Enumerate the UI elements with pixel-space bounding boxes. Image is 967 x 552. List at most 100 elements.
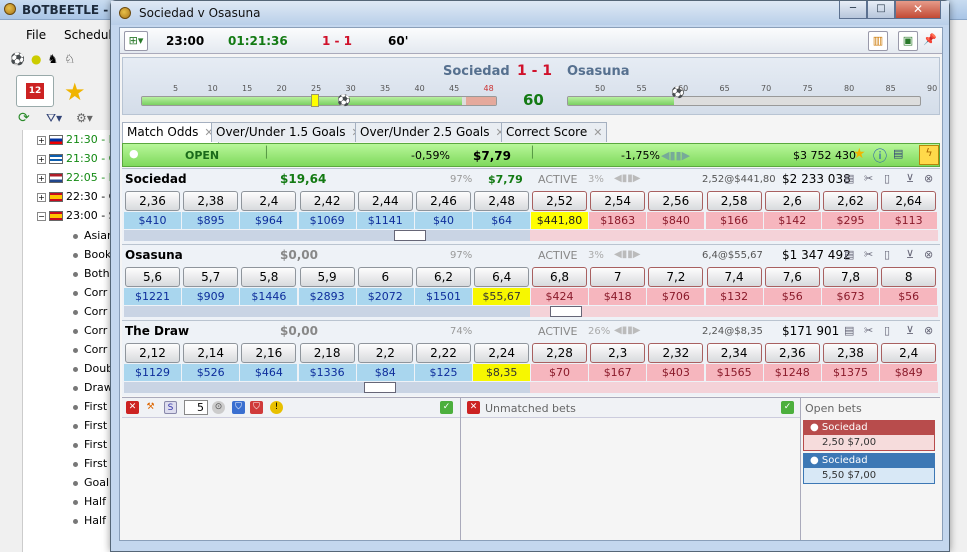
calendar-icon[interactable]: 12 [16,75,54,107]
lay-shield-icon[interactable]: ⛉ [250,401,263,414]
ladder-icon[interactable]: ▯ [884,172,890,185]
back-odds-button[interactable]: 2,48 [474,191,530,211]
refresh-icon[interactable]: ⟳ [18,110,30,126]
settings-icon[interactable]: ⚙▾ [76,111,93,125]
favorites-star-icon[interactable]: ★ [64,78,86,106]
unmatched-check-icon[interactable]: ✓ [781,401,794,414]
ladder-icon[interactable]: ▯ [884,324,890,337]
back-amount[interactable]: $8,35 [473,364,531,381]
back-odds-button[interactable]: 6,4 [474,267,530,287]
lay-amount[interactable]: $840 [647,212,705,229]
back-amount[interactable]: $964 [240,212,298,229]
minimize-button[interactable]: ─ [839,1,867,19]
back-odds-button[interactable]: 2,18 [299,343,355,363]
back-odds-button[interactable]: 6,2 [416,267,471,287]
tree-leaf-item[interactable]: Book [73,248,111,266]
lay-amount[interactable]: $142 [763,212,821,229]
lay-odds-button[interactable]: 2,32 [648,343,704,363]
back-odds-button[interactable]: 5,9 [299,267,355,287]
remove-runner-icon[interactable]: ⊗ [924,324,933,337]
add-market-icon[interactable]: ⊞▾ [124,31,148,51]
lay-odds-button[interactable]: 7,6 [764,267,820,287]
tree-leaf-item[interactable]: Draw [73,381,113,399]
open-bet-back[interactable]: ● Sociedad 5,50 $7,00 [803,453,935,484]
ladder-icon[interactable]: ▯ [884,248,890,261]
lay-odds-button[interactable]: 7,4 [706,267,762,287]
hammer-icon[interactable]: ⚒ [144,401,157,414]
volume-slider[interactable] [364,382,396,393]
cancel-all-icon[interactable]: ✕ [126,401,139,414]
tools-icon[interactable]: ✂ [864,172,873,185]
lay-odds-button[interactable]: 2,58 [706,191,762,211]
info-icon[interactable]: ⓘ [873,146,887,166]
graph-icon[interactable]: ▤ [844,248,854,261]
tree-leaf-item[interactable]: Half [73,495,106,513]
lay-odds-button[interactable]: 7,8 [823,267,878,287]
back-odds-button[interactable]: 2,22 [416,343,471,363]
filter-icon[interactable]: ⛛▾ [46,111,62,126]
maximize-button[interactable]: □ [867,1,895,19]
close-tab-icon[interactable]: ✕ [593,126,602,139]
tree-leaf-item[interactable]: First [73,457,107,475]
lay-amount[interactable]: $1248 [763,364,821,381]
back-amount[interactable]: $464 [240,364,298,381]
lay-odds-button[interactable]: 2,3 [590,343,646,363]
ladder-nav-icon[interactable]: ◀▮▮▶ [614,173,640,184]
lay-amount[interactable]: $132 [705,288,763,305]
back-odds-button[interactable]: 5,7 [183,267,239,287]
lay-odds-button[interactable]: 2,28 [532,343,587,363]
back-amount[interactable]: $1221 [124,288,181,305]
lay-amount[interactable]: $418 [589,288,647,305]
back-amount[interactable]: $1129 [124,364,181,381]
tree-leaf-item[interactable]: Both [73,267,110,285]
back-amount[interactable]: $1069 [298,212,356,229]
stake-stepper[interactable]: 5 [184,400,208,415]
volume-slider[interactable] [394,230,426,241]
lay-odds-button[interactable]: 7,2 [648,267,704,287]
lay-amount[interactable]: $56 [880,288,938,305]
favorite-star-icon[interactable]: ★ [853,146,866,162]
graph-icon[interactable]: ▤ [844,324,854,337]
tools-icon[interactable]: ✂ [864,324,873,337]
back-odds-button[interactable]: 2,44 [357,191,413,211]
tab-over-under-1-5[interactable]: Over/Under 1.5 Goals✕ [211,122,366,142]
lay-odds-button[interactable]: 6,8 [532,267,587,287]
lay-amount[interactable]: $295 [822,212,879,229]
back-odds-button[interactable]: 2,38 [183,191,239,211]
back-odds-button[interactable]: 2,24 [474,343,530,363]
graph-icon[interactable]: ▤ [893,147,903,160]
lay-amount[interactable]: $673 [822,288,879,305]
back-odds-button[interactable]: 6 [357,267,413,287]
menu-file[interactable]: File [26,28,46,42]
back-odds-button[interactable]: 2,12 [125,343,180,363]
back-odds-button[interactable]: 2,46 [416,191,471,211]
warning-icon[interactable]: ! [270,401,283,414]
soccer-icon[interactable]: ⚽ [10,52,25,66]
lay-amount[interactable]: $706 [647,288,705,305]
back-odds-button[interactable]: 2,36 [125,191,180,211]
expand-icon[interactable]: ⊻ [906,248,914,261]
lay-odds-button[interactable]: 2,36 [764,343,820,363]
back-amount[interactable]: $1501 [415,288,472,305]
volume-slider[interactable] [550,306,582,317]
tree-leaf-item[interactable]: First [73,419,107,437]
graph-icon[interactable]: ▤ [844,172,854,185]
ladder-nav-icon[interactable]: ◀▮▮▶ [614,249,640,260]
lay-amount[interactable]: $166 [705,212,763,229]
tab-match-odds[interactable]: Match Odds ✕ [122,122,219,143]
back-odds-button[interactable]: 2,2 [357,343,413,363]
back-amount[interactable]: $1446 [240,288,298,305]
back-amount[interactable]: $84 [356,364,414,381]
lightning-icon[interactable]: ϟ [919,145,939,165]
lay-odds-button[interactable]: 2,4 [881,343,937,363]
tree-leaf-item[interactable]: Doub [73,362,113,380]
lay-amount[interactable]: $1375 [822,364,879,381]
refresh-window-icon[interactable]: ▣ [898,31,918,51]
expand-icon[interactable]: ⊻ [906,172,914,185]
expand-icon[interactable]: ⊻ [906,324,914,337]
tree-leaf-item[interactable]: First [73,438,107,456]
ladder-nav-icon[interactable]: ◀▮▮▶ [614,325,640,336]
lay-odds-button[interactable]: 2,6 [764,191,820,211]
chart-icon[interactable]: ▥ [868,31,888,51]
lay-amount[interactable]: $56 [763,288,821,305]
